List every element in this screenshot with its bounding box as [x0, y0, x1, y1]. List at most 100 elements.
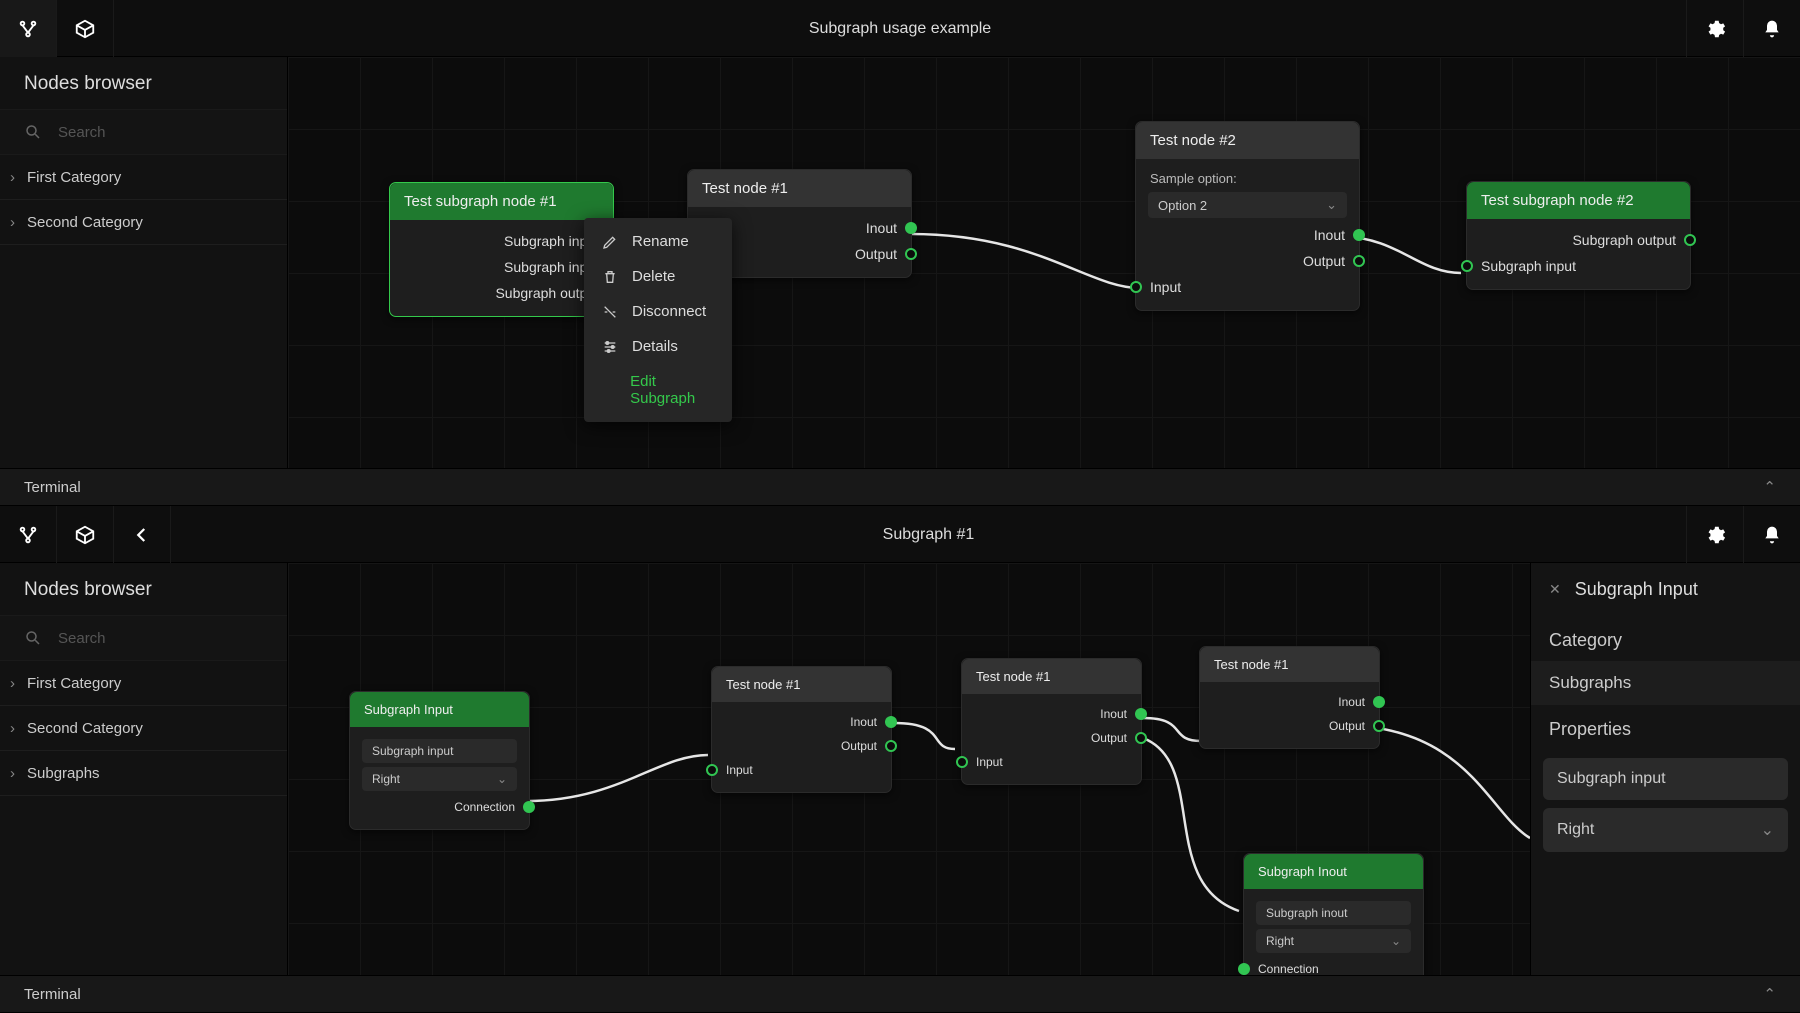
node-subgraph-input[interactable]: Subgraph Input Subgraph input Right⌄ Con…	[349, 691, 530, 830]
category-heading: Category	[1531, 616, 1800, 661]
node-test-a[interactable]: Test node #1 Inout Output Input	[711, 666, 892, 793]
search-icon	[24, 123, 42, 141]
field-name[interactable]: Subgraph inout	[1256, 901, 1411, 925]
search-icon	[24, 629, 42, 647]
bell-icon[interactable]	[1743, 506, 1800, 563]
disconnect-icon	[602, 304, 618, 320]
cube-icon[interactable]	[57, 0, 114, 57]
sidebar-title: Nodes browser	[0, 563, 287, 615]
chevron-down-icon: ⌄	[497, 772, 507, 786]
port-subgraph-output[interactable]: Subgraph output	[390, 280, 613, 306]
close-icon[interactable]: ✕	[1549, 581, 1561, 598]
lower-topbar: Subgraph #1	[0, 506, 1800, 563]
chevron-up-icon[interactable]: ⌃	[1763, 478, 1776, 496]
upper-sidebar: Nodes browser ›First Category ›Second Ca…	[0, 57, 288, 468]
option-label: Sample option:	[1136, 167, 1359, 188]
node-title: Test node #1	[688, 170, 911, 207]
port-inout[interactable]: Inout	[962, 702, 1141, 726]
chevron-down-icon: ⌄	[1761, 820, 1774, 840]
chevron-down-icon: ⌄	[1326, 197, 1337, 213]
sidebar-item-first-category[interactable]: ›First Category	[0, 661, 287, 706]
node-title: Test subgraph node #1	[390, 183, 613, 220]
lower-editor: Subgraph #1 Nodes browser ›First Categor…	[0, 506, 1800, 1013]
port-subgraph-output[interactable]: Subgraph output	[1467, 227, 1690, 253]
search-input[interactable]	[58, 124, 263, 141]
chevron-up-icon[interactable]: ⌃	[1763, 985, 1776, 1003]
sidebar-title: Nodes browser	[0, 57, 287, 109]
upper-terminal[interactable]: Terminal ⌃	[0, 468, 1800, 506]
panel-title: Subgraph Input	[1575, 579, 1698, 600]
port-inout[interactable]: Inout	[1200, 690, 1379, 714]
sidebar-item-first-category[interactable]: ›First Category	[0, 155, 287, 200]
context-menu: Rename Delete Disconnect Details Edit Su…	[584, 218, 732, 422]
node-test-c[interactable]: Test node #1 Inout Output	[1199, 646, 1380, 749]
cube-icon[interactable]	[57, 506, 114, 563]
node-test-b[interactable]: Test node #1 Inout Output Input	[961, 658, 1142, 785]
field-side[interactable]: Right⌄	[1256, 929, 1411, 953]
upper-title: Subgraph usage example	[114, 0, 1686, 57]
ctx-disconnect[interactable]: Disconnect	[584, 294, 732, 329]
port-inout[interactable]: Inout	[1136, 222, 1359, 248]
trash-icon	[602, 269, 618, 285]
lower-terminal[interactable]: Terminal ⌃	[0, 975, 1800, 1013]
ctx-delete[interactable]: Delete	[584, 259, 732, 294]
sliders-icon	[602, 339, 618, 355]
sidebar-item-second-category[interactable]: ›Second Category	[0, 706, 287, 751]
option-select[interactable]: Option 2⌄	[1148, 192, 1347, 218]
node-title: Subgraph Inout	[1244, 854, 1423, 889]
port-subgraph-input-1[interactable]: Subgraph input	[390, 228, 613, 254]
node-title: Test node #1	[962, 659, 1141, 694]
ctx-details[interactable]: Details	[584, 329, 732, 364]
node-test-2[interactable]: Test node #2 Sample option: Option 2⌄ In…	[1135, 121, 1360, 311]
gear-icon[interactable]	[1686, 0, 1743, 57]
node-title: Test node #1	[712, 667, 891, 702]
port-connection[interactable]: Connection	[350, 795, 529, 819]
search-input[interactable]	[58, 630, 263, 647]
port-input[interactable]: Input	[962, 750, 1141, 774]
node-subgraph-2[interactable]: Test subgraph node #2 Subgraph output Su…	[1466, 181, 1691, 290]
node-title: Test node #1	[1200, 647, 1379, 682]
port-input[interactable]: Input	[712, 758, 891, 782]
ctx-edit-subgraph[interactable]: Edit Subgraph	[584, 364, 732, 416]
properties-panel: ✕ Subgraph Input Category Subgraphs Prop…	[1530, 563, 1800, 975]
bell-icon[interactable]	[1743, 0, 1800, 57]
lower-title: Subgraph #1	[171, 506, 1686, 563]
lower-canvas[interactable]: Subgraph Input Subgraph input Right⌄ Con…	[288, 563, 1530, 975]
sidebar-item-second-category[interactable]: ›Second Category	[0, 200, 287, 245]
port-output[interactable]: Output	[712, 734, 891, 758]
field-name[interactable]: Subgraph input	[362, 739, 517, 763]
gear-icon[interactable]	[1686, 506, 1743, 563]
sidebar-item-subgraphs[interactable]: ›Subgraphs	[0, 751, 287, 796]
field-side[interactable]: Right⌄	[362, 767, 517, 791]
property-name-input[interactable]: Subgraph input	[1543, 758, 1788, 800]
pencil-icon	[602, 234, 618, 250]
port-inout[interactable]: Inout	[712, 710, 891, 734]
port-output[interactable]: Output	[962, 726, 1141, 750]
upper-canvas[interactable]: Test subgraph node #1 Subgraph input Sub…	[288, 57, 1800, 468]
ctx-rename[interactable]: Rename	[584, 224, 732, 259]
port-output[interactable]: Output	[1200, 714, 1379, 738]
upper-editor: Subgraph usage example Nodes browser ›Fi…	[0, 0, 1800, 506]
back-icon[interactable]	[114, 506, 171, 563]
property-side-select[interactable]: Right⌄	[1543, 808, 1788, 852]
lower-sidebar: Nodes browser ›First Category ›Second Ca…	[0, 563, 288, 975]
port-output[interactable]: Output	[1136, 248, 1359, 274]
node-title: Test subgraph node #2	[1467, 182, 1690, 219]
node-title: Test node #2	[1136, 122, 1359, 159]
port-subgraph-input[interactable]: Subgraph input	[1467, 253, 1690, 279]
port-connection[interactable]: Connection	[1244, 957, 1423, 975]
category-value: Subgraphs	[1531, 661, 1800, 705]
branch-icon[interactable]	[0, 506, 57, 563]
search-box[interactable]	[0, 109, 287, 155]
properties-heading: Properties	[1531, 705, 1800, 750]
search-box[interactable]	[0, 615, 287, 661]
upper-topbar: Subgraph usage example	[0, 0, 1800, 57]
node-subgraph-inout[interactable]: Subgraph Inout Subgraph inout Right⌄ Con…	[1243, 853, 1424, 975]
node-subgraph-1[interactable]: Test subgraph node #1 Subgraph input Sub…	[389, 182, 614, 317]
branch-icon[interactable]	[0, 0, 57, 57]
node-title: Subgraph Input	[350, 692, 529, 727]
port-input[interactable]: Input	[1136, 274, 1359, 300]
port-subgraph-input-2[interactable]: Subgraph input	[390, 254, 613, 280]
terminal-label: Terminal	[24, 986, 81, 1003]
terminal-label: Terminal	[24, 479, 81, 496]
